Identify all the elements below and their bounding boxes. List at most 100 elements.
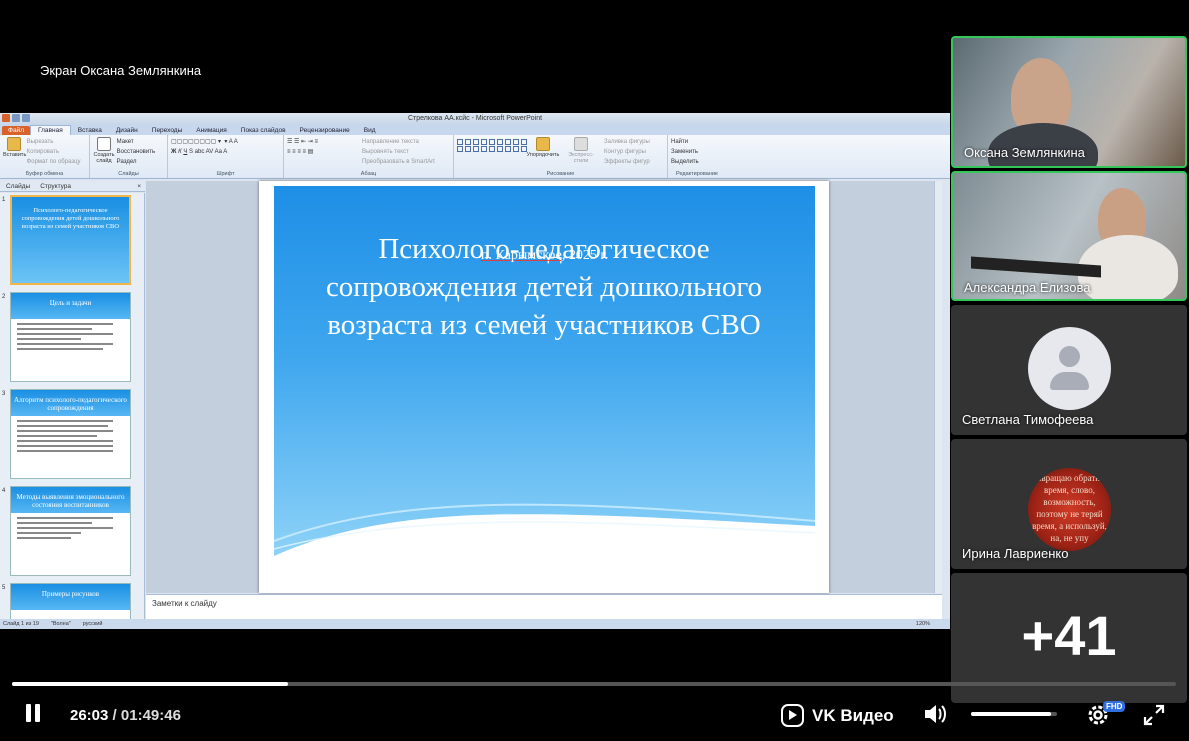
shape-fill-button[interactable]: Заливка фигуры (604, 137, 650, 147)
theme-name: "Волна" (50, 621, 71, 627)
tab-design[interactable]: Дизайн (109, 126, 145, 135)
shape-outline-button[interactable]: Контур фигуры (604, 147, 650, 157)
tab-slides-pane[interactable]: Слайды (6, 181, 30, 191)
brand-label: VK Видео (812, 705, 894, 725)
slide-subtitle[interactable]: п. Карымское, 2025 г. (274, 248, 815, 264)
participant-tile[interactable]: Светлана Тимофеева (951, 305, 1187, 435)
thumb-number: 3 (2, 391, 6, 397)
screen-share-label: Экран Оксана Землянкина (40, 63, 202, 78)
slide-editor: Психолого-педагогическое сопровождения д… (146, 181, 942, 593)
quality-badge: FHD (1103, 701, 1126, 712)
group-label: Абзац (360, 171, 377, 177)
thumb-number: 5 (2, 585, 6, 591)
notes-pane[interactable]: Заметки к слайду (146, 594, 942, 619)
paste-icon (7, 137, 21, 151)
save-icon[interactable] (12, 114, 20, 122)
group-label: Шрифт (216, 171, 235, 177)
slide-thumbnail-5[interactable]: Примеры рисунков (10, 583, 131, 619)
group-clipboard: Вставить Вырезать Копировать Формат по о… (0, 135, 90, 178)
cut-button[interactable]: Вырезать (27, 137, 81, 147)
zoom-level[interactable]: 120% (916, 619, 950, 629)
tab-home[interactable]: Главная (29, 125, 71, 135)
slide-thumbnail-3[interactable]: Алгоритм психолого-педагогического сопро… (10, 389, 131, 479)
tab-review[interactable]: Рецензирование (293, 126, 357, 135)
pause-button[interactable] (24, 704, 42, 722)
participant-tile[interactable]: Оксана Землянкина (951, 36, 1187, 168)
time-display: 26:03 / 01:49:46 (70, 707, 181, 724)
group-drawing: Упорядочить Экспресс-стили Заливка фигур… (454, 135, 668, 178)
arrange-icon (536, 137, 550, 151)
layout-button[interactable]: Макет (117, 137, 155, 147)
progress-fill (12, 682, 288, 686)
vk-video-icon (781, 704, 804, 727)
participant-name: Оксана Землянкина (964, 145, 1085, 160)
ppt-window-title: Стрелкова АА.ксйс - Microsoft PowerPoint (407, 115, 543, 122)
format-painter-button[interactable]: Формат по образцу (27, 157, 81, 167)
ppt-logo-icon (2, 114, 10, 122)
tab-animation[interactable]: Анимация (189, 126, 234, 135)
reset-button[interactable]: Восстановить (117, 147, 155, 157)
text-direction-button[interactable]: Направление текста (362, 137, 435, 147)
tab-outline-pane[interactable]: Структура (40, 181, 71, 191)
vertical-scrollbar[interactable] (934, 181, 942, 593)
new-slide-icon (97, 137, 111, 151)
group-label: Буфер обмена (25, 171, 64, 177)
group-label: Редактирование (676, 171, 718, 177)
replace-button[interactable]: Заменить (671, 147, 723, 157)
copy-button[interactable]: Копировать (27, 147, 81, 157)
participant-name: Ирина Лавриенко (962, 546, 1069, 561)
tab-slideshow[interactable]: Показ слайдов (234, 126, 293, 135)
participant-avatar: возвращаю обратно - время, слово, возмож… (1028, 468, 1111, 551)
fullscreen-icon[interactable] (1143, 704, 1165, 726)
thumb-title: Примеры рисунков (11, 584, 130, 610)
slide-thumbnails: 1 Психолого-педагогическое сопровождения… (0, 193, 145, 619)
group-label: Слайды (118, 171, 139, 177)
paste-button[interactable]: Вставить (3, 137, 26, 158)
close-pane-icon[interactable]: × (137, 181, 145, 191)
arrange-button[interactable]: Упорядочить (526, 137, 560, 158)
tab-file[interactable]: Файл (2, 126, 30, 135)
progress-bar[interactable] (12, 682, 1176, 686)
group-editing: Найти Заменить Выделить Редактирование (668, 135, 726, 178)
font-selector[interactable]: ▢▢▢▢▢▢▢▢ ▾ ▾ A A (171, 137, 280, 147)
align-text-button[interactable]: Выровнять текст (362, 147, 435, 157)
shape-effects-button[interactable]: Эффекты фигур (604, 157, 650, 167)
language: русский (82, 621, 103, 627)
group-slides: Создать слайд Макет Восстановить Раздел … (90, 135, 168, 178)
volume-icon[interactable] (923, 703, 949, 725)
subtitle-year: 2025 г. (565, 248, 608, 263)
tab-view[interactable]: Вид (357, 126, 383, 135)
group-label: Рисование (546, 171, 575, 177)
tab-insert[interactable]: Вставка (71, 126, 109, 135)
vk-video-logo[interactable]: VK Видео (781, 704, 894, 727)
volume-slider[interactable] (971, 712, 1057, 716)
slide-wave-decoration (273, 503, 816, 593)
participant-tile[interactable]: Александра Елизова (951, 171, 1187, 301)
slide-thumbnail-1[interactable]: Психолого-педагогическое сопровождения д… (10, 195, 131, 285)
smartart-button[interactable]: Преобразовать в SmartArt (362, 157, 435, 167)
slide-thumbnail-4[interactable]: Методы выявления эмоционального состояни… (10, 486, 131, 576)
slide-thumbnail-2[interactable]: Цель и задачи (10, 292, 131, 382)
quick-access-toolbar[interactable] (2, 114, 30, 122)
volume-fill (971, 712, 1051, 716)
find-button[interactable]: Найти (671, 137, 723, 147)
select-button[interactable]: Выделить (671, 157, 723, 167)
ribbon: Вставить Вырезать Копировать Формат по о… (0, 135, 950, 179)
avatar-placeholder-icon (1028, 327, 1111, 410)
font-format-buttons[interactable]: Ж К Ч S abc AV Aa A (171, 147, 280, 157)
notes-placeholder: Заметки к слайду (152, 599, 217, 608)
more-participants-count: +41 (1021, 604, 1117, 667)
quick-styles-button[interactable]: Экспресс-стили (562, 137, 600, 164)
thumb-title: Психолого-педагогическое сопровождения д… (21, 207, 120, 230)
section-button[interactable]: Раздел (117, 157, 155, 167)
group-paragraph: ☰ ☰ ⇤ ⇥ ≡ ≡ ≡ ≡ ≡ ▤ Направление текста В… (284, 135, 454, 178)
pane-tabs: Слайды Структура × (0, 181, 145, 192)
undo-icon[interactable] (22, 114, 30, 122)
shared-screen: Стрелкова АА.ксйс - Microsoft PowerPoint… (0, 113, 950, 629)
thumb-number: 1 (2, 197, 6, 203)
time-separator: / (108, 707, 121, 724)
current-slide[interactable]: Психолого-педагогическое сопровождения д… (259, 181, 829, 593)
tab-transitions[interactable]: Переходы (145, 126, 190, 135)
new-slide-button[interactable]: Создать слайд (93, 137, 115, 164)
participant-tile[interactable]: возвращаю обратно - время, слово, возмож… (951, 439, 1187, 569)
